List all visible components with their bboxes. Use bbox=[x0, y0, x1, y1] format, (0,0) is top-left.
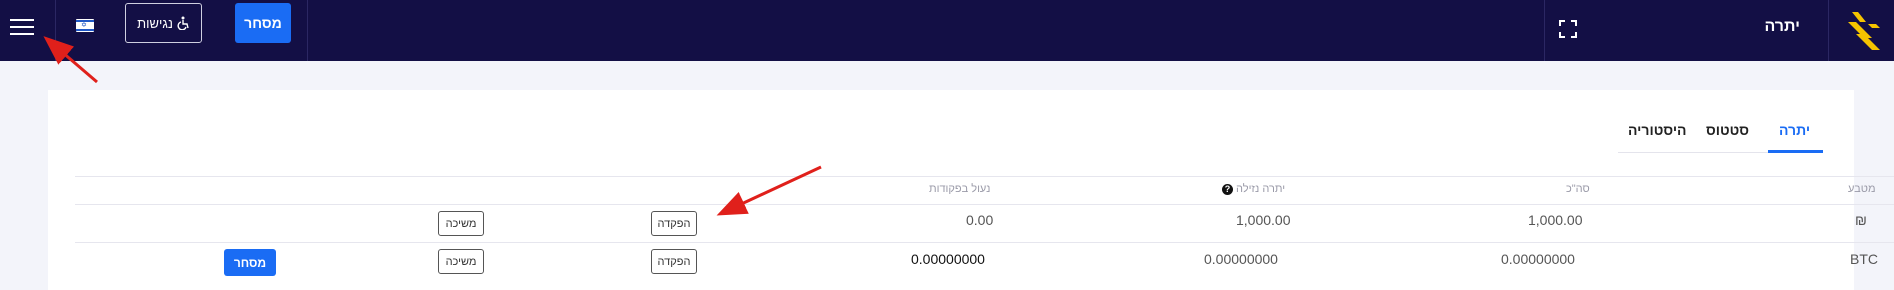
annotation-arrows bbox=[43, 36, 822, 216]
annotation-arrow bbox=[716, 165, 822, 216]
annotation-arrow bbox=[43, 36, 98, 84]
